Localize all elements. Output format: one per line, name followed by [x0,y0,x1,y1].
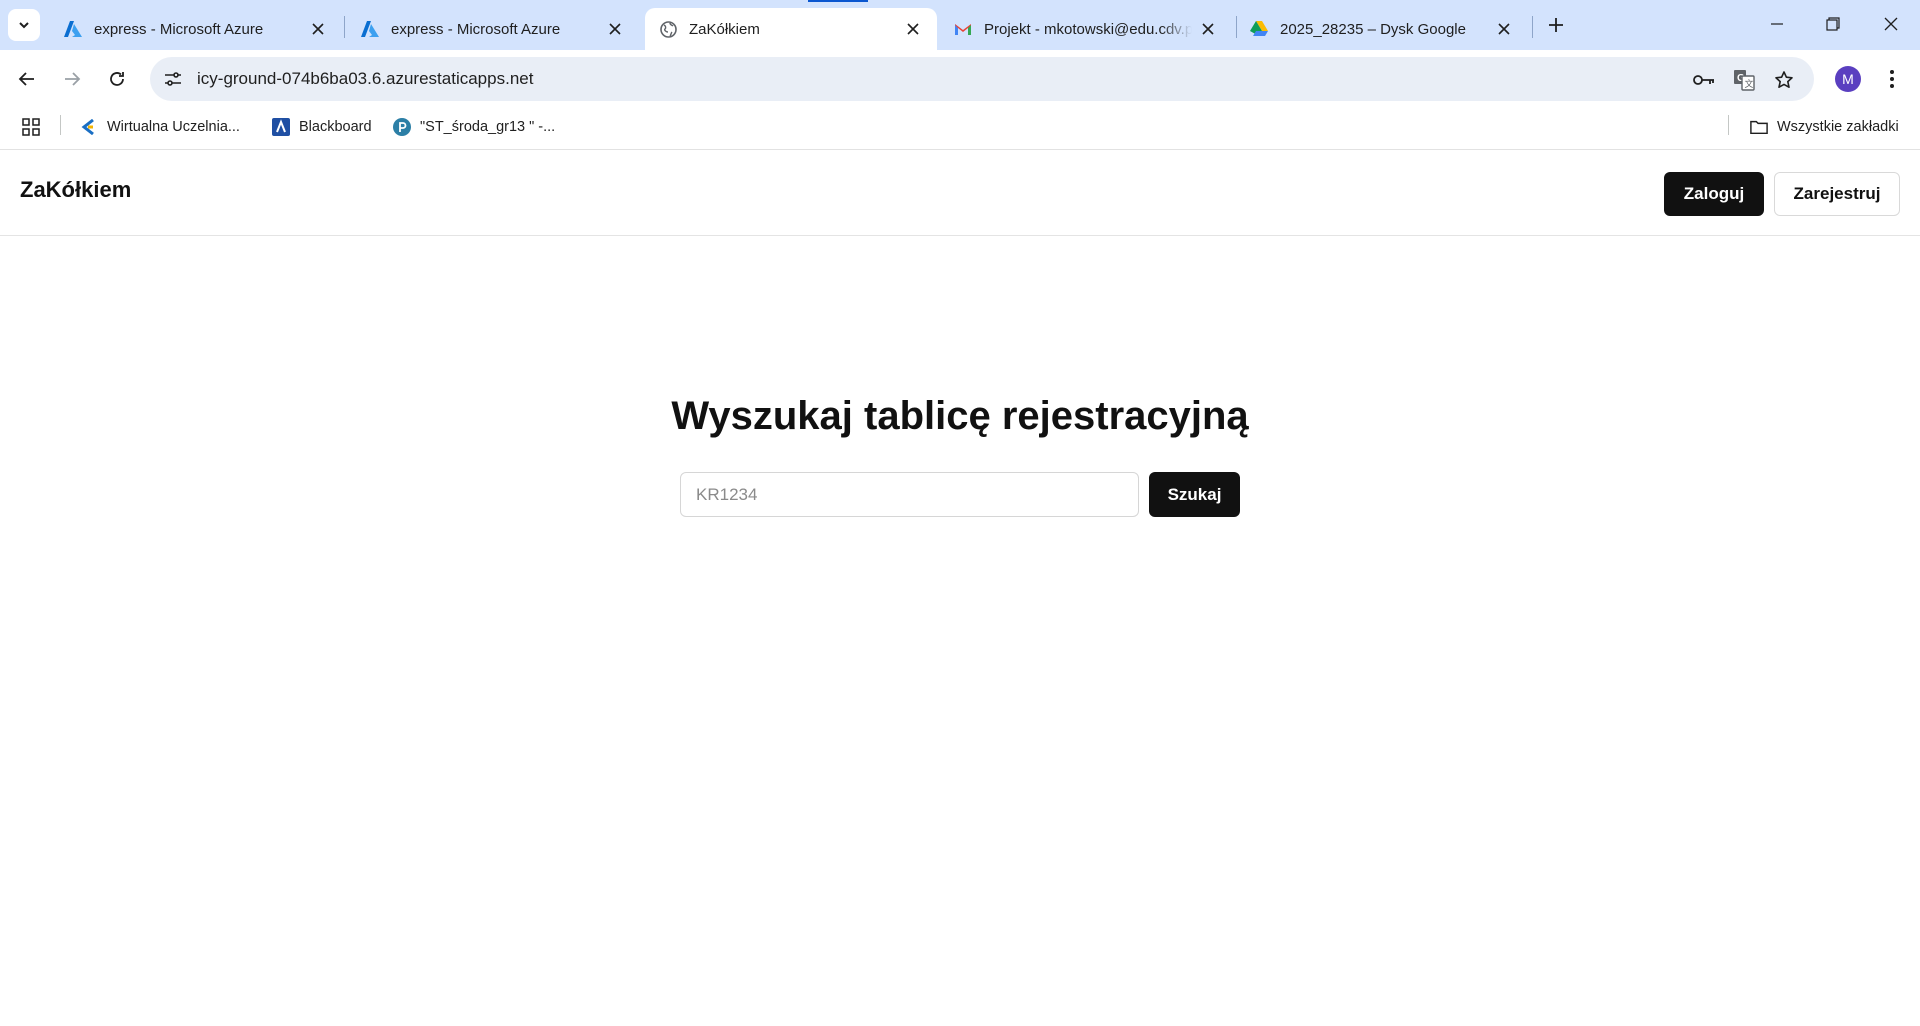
minimize-button[interactable] [1754,6,1800,42]
arrow-left-icon [18,72,34,86]
tab-title: express - Microsoft Azure [391,20,561,38]
apps-button[interactable] [22,115,40,139]
address-bar[interactable]: icy-ground-074b6ba03.6.azurestaticapps.n… [150,57,1814,101]
plus-icon [1549,18,1563,32]
browser-tab-strip: express - Microsoft Azure express - Micr… [0,0,1920,50]
folder-icon [1750,118,1768,136]
reload-icon [110,72,124,86]
tab-separator [1532,16,1533,38]
browser-toolbar: icy-ground-074b6ba03.6.azurestaticapps.n… [0,50,1920,107]
padlet-icon [393,118,411,136]
close-icon [1884,17,1898,31]
wirtualna-uczelnia-icon [80,118,98,136]
all-bookmarks-label: Wszystkie zakładki [1777,119,1899,135]
tab-search-button[interactable] [8,9,40,41]
arrow-right-icon [65,72,81,86]
translate-icon[interactable]: G文 [1731,67,1757,93]
tab-separator [344,16,345,38]
browser-tab[interactable]: express - Microsoft Azure [50,8,342,50]
bookmark-label: Wirtualna Uczelnia... [107,119,240,135]
restore-icon [1826,17,1840,31]
site-info-icon[interactable] [160,66,186,92]
google-drive-icon [1250,20,1268,38]
more-vert-icon [1890,70,1894,88]
tab-title: Projekt - mkotowski@edu.cdv.pl [984,20,1192,38]
close-icon[interactable] [1494,19,1514,39]
apps-grid-icon [22,118,40,136]
register-button[interactable]: Zarejestruj [1774,172,1900,216]
bookmark-item[interactable]: "ST_środa_gr13 " -... [393,115,555,139]
active-tab-indicator [808,0,868,2]
site-brand[interactable]: ZaKółkiem [20,177,131,203]
azure-icon [361,20,379,38]
browser-menu-button[interactable] [1880,64,1904,94]
browser-tab-active[interactable]: ZaKółkiem [645,8,937,50]
bookmark-item[interactable]: Blackboard [272,115,372,139]
azure-icon [64,20,82,38]
close-icon[interactable] [1198,19,1218,39]
close-icon[interactable] [903,19,923,39]
bookmarks-separator [60,115,61,135]
minimize-icon [1771,23,1783,25]
browser-tab[interactable]: 2025_28235 – Dysk Google [1236,8,1528,50]
close-icon[interactable] [308,19,328,39]
browser-tab[interactable]: Projekt - mkotowski@edu.cdv.pl [940,8,1232,50]
page-title: Wyszukaj tablicę rejestracyjną [671,394,1249,438]
tab-title: 2025_28235 – Dysk Google [1280,20,1466,38]
all-bookmarks-button[interactable]: Wszystkie zakładki [1750,115,1899,139]
password-key-icon[interactable] [1691,67,1717,93]
tab-title: express - Microsoft Azure [94,20,264,38]
restore-button[interactable] [1810,6,1856,42]
globe-icon [659,20,677,38]
login-button[interactable]: Zaloguj [1664,172,1764,216]
new-tab-button[interactable] [1542,13,1570,37]
search-button[interactable]: Szukaj [1149,472,1240,517]
bookmark-star-icon[interactable] [1771,67,1797,93]
close-window-button[interactable] [1868,6,1914,42]
blackboard-icon [272,118,290,136]
bookmarks-separator [1728,115,1729,135]
url-text[interactable]: icy-ground-074b6ba03.6.azurestaticapps.n… [197,69,533,89]
bookmark-item[interactable]: Wirtualna Uczelnia... [80,115,240,139]
svg-text:文: 文 [1745,78,1754,90]
bookmark-label: "ST_środa_gr13 " -... [420,119,556,135]
chevron-down-icon [19,22,29,29]
close-icon[interactable] [605,19,625,39]
reload-button[interactable] [100,62,134,96]
gmail-icon [954,20,972,38]
back-button[interactable] [10,62,44,96]
bookmarks-bar: Wirtualna Uczelnia... Blackboard "ST_śro… [0,107,1920,150]
profile-avatar[interactable]: M [1835,66,1861,92]
site-header: ZaKółkiem Zaloguj Zarejestruj [0,150,1920,236]
forward-button[interactable] [55,62,89,96]
browser-tab[interactable]: express - Microsoft Azure [347,8,639,50]
bookmark-label: Blackboard [299,119,372,135]
tab-title: ZaKółkiem [689,20,760,38]
plate-search-input[interactable] [680,472,1139,517]
